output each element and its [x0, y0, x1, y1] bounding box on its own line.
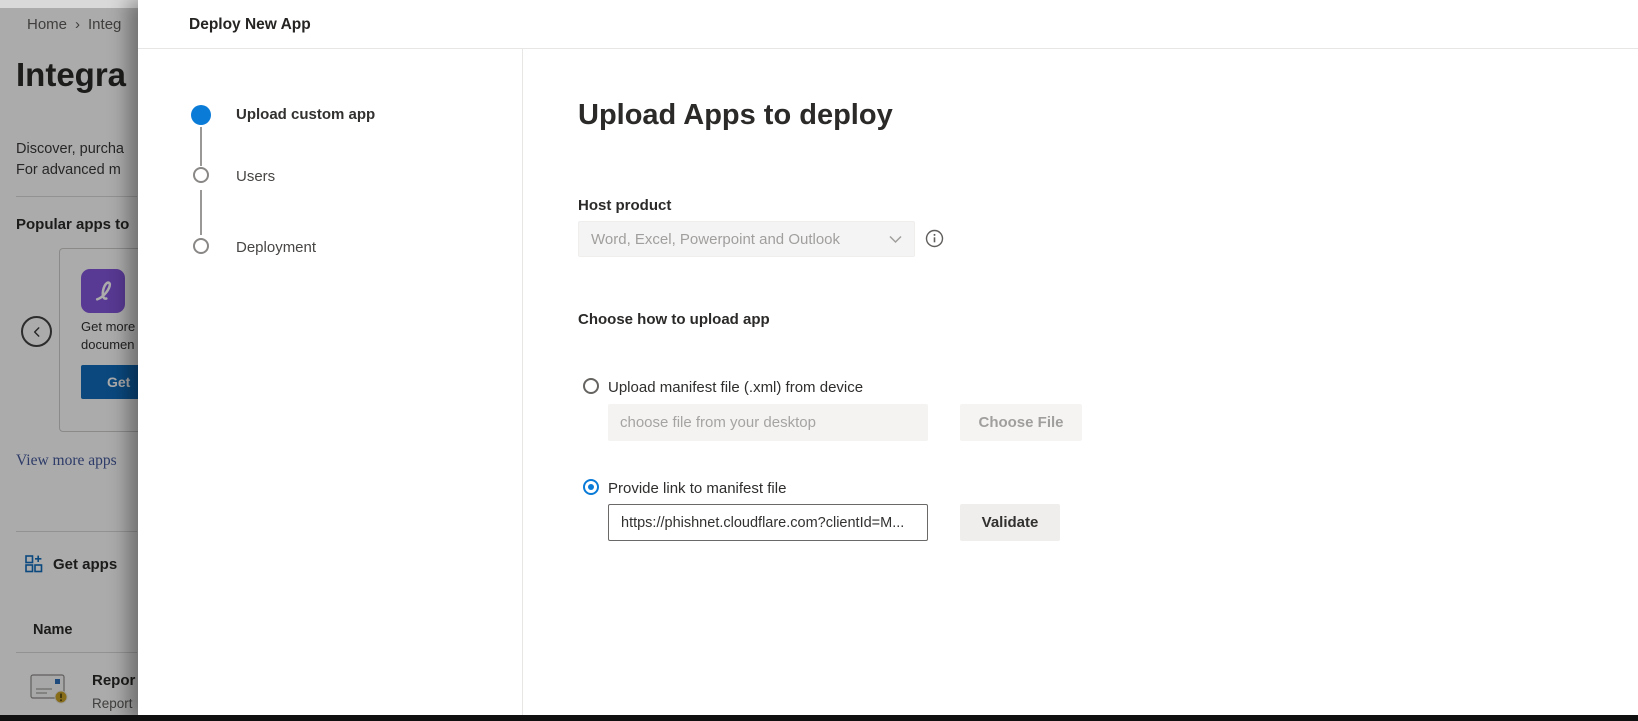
step-connector — [200, 127, 202, 166]
step-connector — [200, 190, 202, 235]
host-product-value: Word, Excel, Powerpoint and Outlook — [591, 231, 889, 248]
step-indicator-active — [191, 105, 211, 125]
deploy-new-app-panel: Deploy New App Upload custom app Users D… — [138, 0, 1638, 721]
step-indicator — [193, 167, 209, 183]
step-deployment[interactable]: Deployment — [236, 238, 316, 258]
host-product-dropdown[interactable]: Word, Excel, Powerpoint and Outlook — [578, 221, 915, 257]
choose-file-button[interactable]: Choose File — [960, 404, 1082, 441]
radio-provide-link[interactable] — [583, 479, 599, 495]
chevron-down-icon — [889, 235, 902, 244]
radio-upload-manifest-file-label[interactable]: Upload manifest file (.xml) from device — [608, 378, 863, 398]
manifest-link-input[interactable] — [608, 504, 928, 541]
step-indicator — [193, 238, 209, 254]
step-users[interactable]: Users — [236, 167, 275, 187]
content-heading: Upload Apps to deploy — [578, 99, 893, 132]
panel-header: Deploy New App — [138, 0, 1638, 49]
radio-provide-link-label[interactable]: Provide link to manifest file — [608, 479, 786, 499]
host-product-label: Host product — [578, 197, 671, 214]
panel-title: Deploy New App — [189, 0, 311, 49]
validate-button[interactable]: Validate — [960, 504, 1060, 541]
bottom-edge-bar — [0, 715, 1638, 721]
step-upload-custom-app[interactable]: Upload custom app — [236, 105, 375, 125]
choose-upload-heading: Choose how to upload app — [578, 311, 770, 328]
screen: Home › Integ Integra Discover, purcha Fo… — [0, 0, 1638, 721]
divider — [522, 49, 523, 715]
radio-upload-manifest-file[interactable] — [583, 378, 599, 394]
info-icon[interactable] — [925, 229, 944, 248]
manifest-file-input[interactable] — [608, 404, 928, 441]
